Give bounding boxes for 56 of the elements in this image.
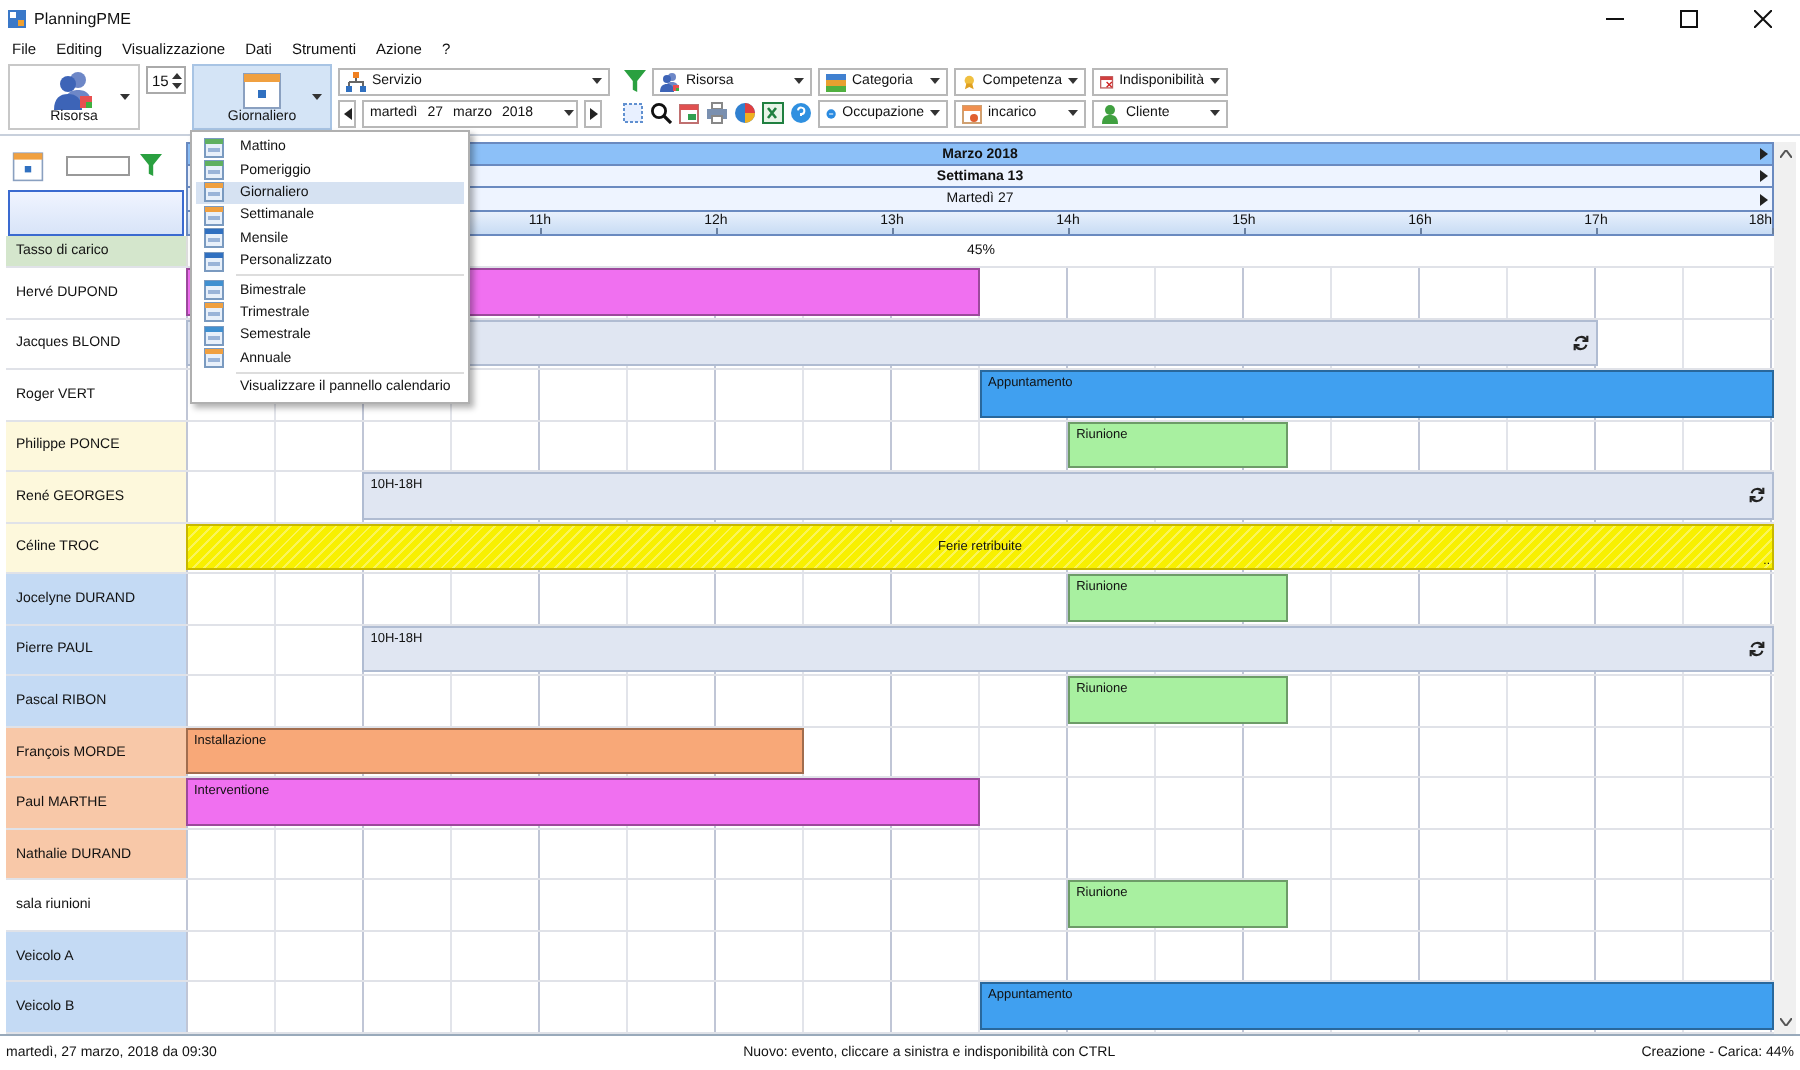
maximize-icon[interactable] [1680,9,1698,27]
color-bars-icon [826,71,846,91]
scroll-up-icon[interactable] [1779,150,1791,158]
view-icon [204,228,224,249]
pie-chart-icon[interactable] [734,102,756,124]
caret-icon [312,94,322,100]
caret-icon [120,94,130,100]
recurring-icon [1747,486,1766,505]
scrollbar[interactable] [1774,142,1796,1034]
filter-icon[interactable] [623,70,645,92]
printer-icon[interactable] [706,102,728,124]
circle-icon [826,103,837,123]
next-button[interactable] [584,99,602,127]
people-icon [54,70,94,110]
caret-icon [563,110,574,116]
caret-icon [1068,110,1078,116]
person-icon [1100,103,1120,123]
caret-icon [1210,110,1220,116]
caret-icon [1068,78,1078,84]
calendar-icon[interactable] [678,102,700,124]
filter-icon[interactable] [140,154,162,176]
help-icon[interactable] [790,102,812,124]
caret-icon [1210,78,1220,84]
view-icon [204,205,224,226]
caret-icon [794,78,804,84]
caret-icon [592,78,602,84]
close-icon[interactable] [1754,9,1772,27]
calendar-icon [962,103,982,123]
previous-arrow-icon[interactable] [343,107,351,119]
spreadsheet-icon[interactable] [762,102,784,124]
view-icon [204,348,224,369]
view-icon [204,325,224,346]
hierarchy-icon [346,71,366,91]
people-icon [660,71,680,91]
view-icon [204,137,224,158]
search-icon[interactable] [650,102,672,124]
caret-icon [930,110,940,116]
view-icon [204,280,224,301]
recurring-icon [1747,639,1766,658]
spin-arrows-icon[interactable] [172,71,182,89]
calendar-cross-icon [1100,71,1114,91]
view-icon [204,251,224,272]
view-icon [204,302,224,323]
previous-button[interactable] [338,99,356,127]
window-title: PlanningPME [34,9,133,27]
calendar-icon [12,149,44,181]
medal-icon [962,71,977,91]
next-arrow-icon[interactable] [589,107,597,119]
scroll-down-icon[interactable] [1779,1018,1791,1026]
view-icon [204,160,224,181]
app-logo-icon [8,9,26,27]
view-icon [204,182,224,203]
caret-icon [930,78,940,84]
calendar-icon [242,70,282,110]
search-field[interactable] [66,155,130,175]
recurring-icon [1571,333,1590,352]
